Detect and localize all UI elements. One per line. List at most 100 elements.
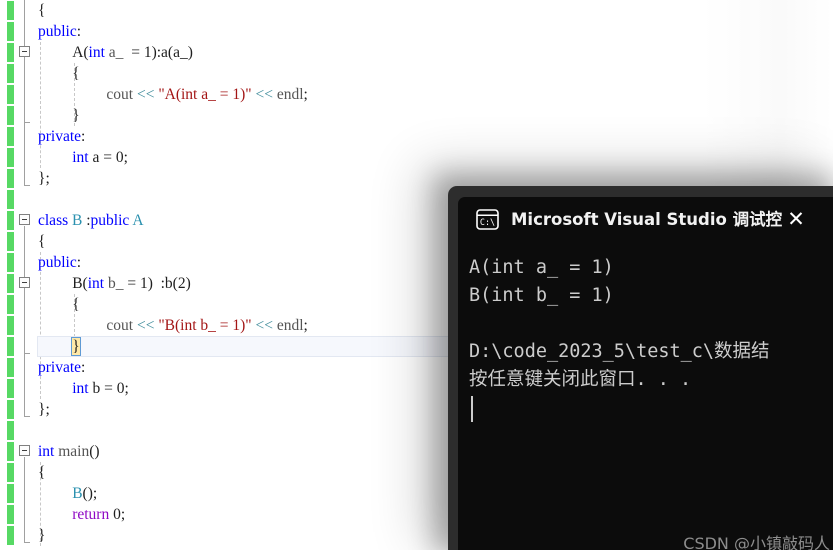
code-token: ; — [124, 380, 129, 397]
code-line[interactable]: private: — [38, 357, 85, 378]
console-output-line: D:\code_2023_5\test_c\数据结 — [469, 341, 770, 362]
code-token: = — [123, 275, 140, 292]
code-token: 0 — [115, 149, 124, 166]
code-token: int — [87, 275, 105, 292]
change-bar-segment — [7, 43, 14, 62]
code-token: } — [38, 527, 46, 544]
code-token: (); — [82, 485, 98, 502]
code-line[interactable]: }; — [38, 168, 50, 189]
code-line[interactable]: } — [72, 105, 79, 126]
code-token: A — [132, 212, 144, 229]
change-bar-segment — [7, 505, 14, 524]
console-title-text: Microsoft Visual Studio 调试控 — [511, 210, 783, 229]
code-line[interactable]: { — [38, 462, 45, 483]
code-line[interactable]: cout << "A(int a_ = 1)" << endl; — [106, 84, 307, 105]
change-bar-segment — [7, 106, 14, 125]
code-line[interactable]: } — [71, 336, 81, 357]
code-line[interactable]: public: — [38, 252, 81, 273]
code-token: b_ — [107, 275, 124, 292]
code-line[interactable]: { — [72, 294, 79, 315]
change-bar-segment — [7, 379, 14, 398]
fold-rail-end — [24, 542, 30, 543]
change-bar-segment — [7, 253, 14, 272]
debug-console-window[interactable]: C:\ Microsoft Visual Studio 调试控 ✕ A(int … — [448, 186, 833, 550]
console-title-bar[interactable]: C:\ Microsoft Visual Studio 调试控 ✕ — [458, 197, 833, 242]
code-token: cout — [106, 86, 134, 103]
code-token: ):a(a_) — [151, 44, 193, 61]
screenshot-root: {public: A(int a_ = 1):a(a_){cout << "A(i… — [0, 0, 833, 550]
code-token: int — [38, 443, 55, 460]
fold-collapse-button[interactable] — [19, 214, 30, 225]
code-token: ; — [303, 317, 308, 334]
fold-rail-end — [24, 122, 30, 123]
code-token: "B(int b_ = 1)" — [158, 317, 252, 334]
code-line[interactable]: cout << "B(int b_ = 1)" << endl; — [106, 315, 307, 336]
change-bar-segment — [7, 64, 14, 83]
close-icon[interactable]: ✕ — [782, 205, 810, 233]
code-line[interactable]: private: — [38, 126, 85, 147]
change-bar-segment — [7, 211, 14, 230]
code-token: { — [38, 233, 46, 250]
fold-collapse-button[interactable] — [19, 445, 30, 456]
code-token: ; — [123, 149, 128, 166]
fold-rail — [24, 58, 25, 122]
fold-rail — [24, 289, 25, 353]
code-token: int — [72, 380, 89, 397]
code-token: : — [76, 254, 82, 271]
code-token: ; — [303, 86, 308, 103]
change-bar-segment — [7, 22, 14, 41]
code-token: } — [72, 107, 80, 124]
code-token: << — [136, 317, 155, 334]
code-token: b = — [88, 380, 117, 397]
fold-rail — [24, 457, 25, 542]
code-line[interactable]: { — [38, 0, 45, 21]
code-token: a = — [88, 149, 116, 166]
code-token: public — [38, 254, 77, 271]
change-bar-segment — [7, 1, 14, 20]
fold-rail-end — [24, 185, 30, 186]
code-token: private — [38, 359, 82, 376]
fold-collapse-button[interactable] — [19, 277, 30, 288]
code-line[interactable]: class B :public A — [38, 210, 144, 231]
code-line[interactable]: public: — [38, 21, 81, 42]
code-token: 2 — [177, 275, 186, 292]
code-token: A( — [72, 44, 89, 61]
fold-rail-end — [24, 416, 30, 417]
code-line[interactable]: A(int a_ = 1):a(a_) — [72, 42, 193, 63]
change-bar-segment — [7, 85, 14, 104]
code-line[interactable]: { — [72, 63, 79, 84]
console-output-area[interactable]: A(int a_ = 1) B(int b_ = 1) D:\code_2023_5… — [458, 242, 833, 550]
change-bar-segment — [7, 358, 14, 377]
change-bar-segment — [7, 421, 14, 440]
code-token: = — [123, 44, 144, 61]
change-bar-segment — [7, 442, 14, 461]
code-line[interactable]: } — [38, 525, 45, 546]
change-bar-segment — [7, 484, 14, 503]
fold-rail-end — [24, 353, 30, 354]
code-line[interactable]: int b = 0; — [72, 378, 129, 399]
change-bar-segment — [7, 274, 14, 293]
code-token: << — [255, 86, 273, 103]
code-line[interactable]: return 0; — [72, 504, 125, 525]
code-line[interactable]: B(int b_ = 1) :b(2) — [72, 273, 191, 294]
code-token: { — [38, 2, 46, 19]
code-token: } — [71, 337, 81, 356]
code-token: "A(int a_ = 1)" — [158, 86, 252, 103]
change-bar-segment — [7, 127, 14, 146]
change-bar-segment — [7, 316, 14, 335]
change-bar-segment — [7, 169, 14, 188]
code-token: { — [72, 65, 80, 82]
code-token: B — [72, 485, 83, 502]
fold-collapse-button[interactable] — [19, 46, 30, 57]
code-token: public — [38, 23, 77, 40]
code-line[interactable]: }; — [38, 399, 50, 420]
indent-guide — [40, 42, 41, 168]
code-token: }; — [38, 170, 50, 187]
code-line[interactable]: B(); — [72, 483, 97, 504]
code-token: }; — [38, 401, 50, 418]
code-token: : — [81, 359, 86, 376]
code-line[interactable]: { — [38, 231, 45, 252]
code-line[interactable]: int a = 0; — [72, 147, 128, 168]
code-line[interactable]: int main() — [38, 441, 100, 462]
